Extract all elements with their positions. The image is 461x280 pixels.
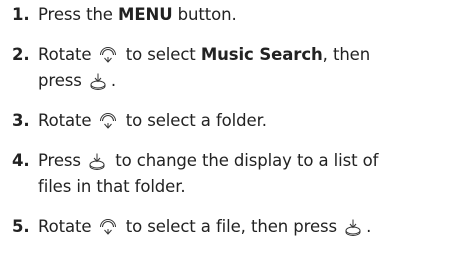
step-text: Press the <box>38 5 118 24</box>
step-2: 2. Rotate to select Music Search, then p… <box>12 42 452 94</box>
dial-rotate-icon <box>99 218 117 236</box>
dial-press-icon <box>344 218 362 236</box>
step-text: Rotate <box>38 217 97 236</box>
dial-rotate-icon <box>99 46 117 64</box>
step-1: 1. Press the MENU button. <box>12 2 452 28</box>
step-text: to change the display to a list of <box>110 151 379 170</box>
step-text: . <box>110 71 117 90</box>
step-text: press <box>38 71 87 90</box>
dial-rotate-icon <box>99 112 117 130</box>
step-4: 4. Press to change the display to a list… <box>12 148 452 200</box>
music-search-label: Music Search <box>200 45 323 64</box>
step-text: Press <box>38 151 87 170</box>
step-text: Rotate <box>38 45 97 64</box>
step-text: to select a folder. <box>120 111 267 130</box>
step-number: 4. <box>12 151 30 170</box>
step-5: 5. Rotate to select a file, then press . <box>12 214 452 240</box>
step-number: 3. <box>12 111 30 130</box>
dial-press-icon <box>88 152 106 170</box>
step-number: 1. <box>12 5 30 24</box>
step-3: 3. Rotate to select a folder. <box>12 108 452 134</box>
dial-press-icon <box>89 72 107 90</box>
step-text: , then <box>322 45 371 64</box>
step-text: Rotate <box>38 111 97 130</box>
step-text: to select <box>120 45 201 64</box>
step-number: 2. <box>12 45 30 64</box>
menu-button-label: MENU <box>118 5 173 24</box>
step-number: 5. <box>12 217 30 236</box>
step-text: files in that folder. <box>38 177 186 196</box>
step-text: . <box>366 217 372 236</box>
step-text: button. <box>172 5 237 24</box>
step-text: to select a file, then press <box>120 217 343 236</box>
instruction-steps: 1. Press the MENU button. 2. Rotate to s… <box>12 0 452 240</box>
